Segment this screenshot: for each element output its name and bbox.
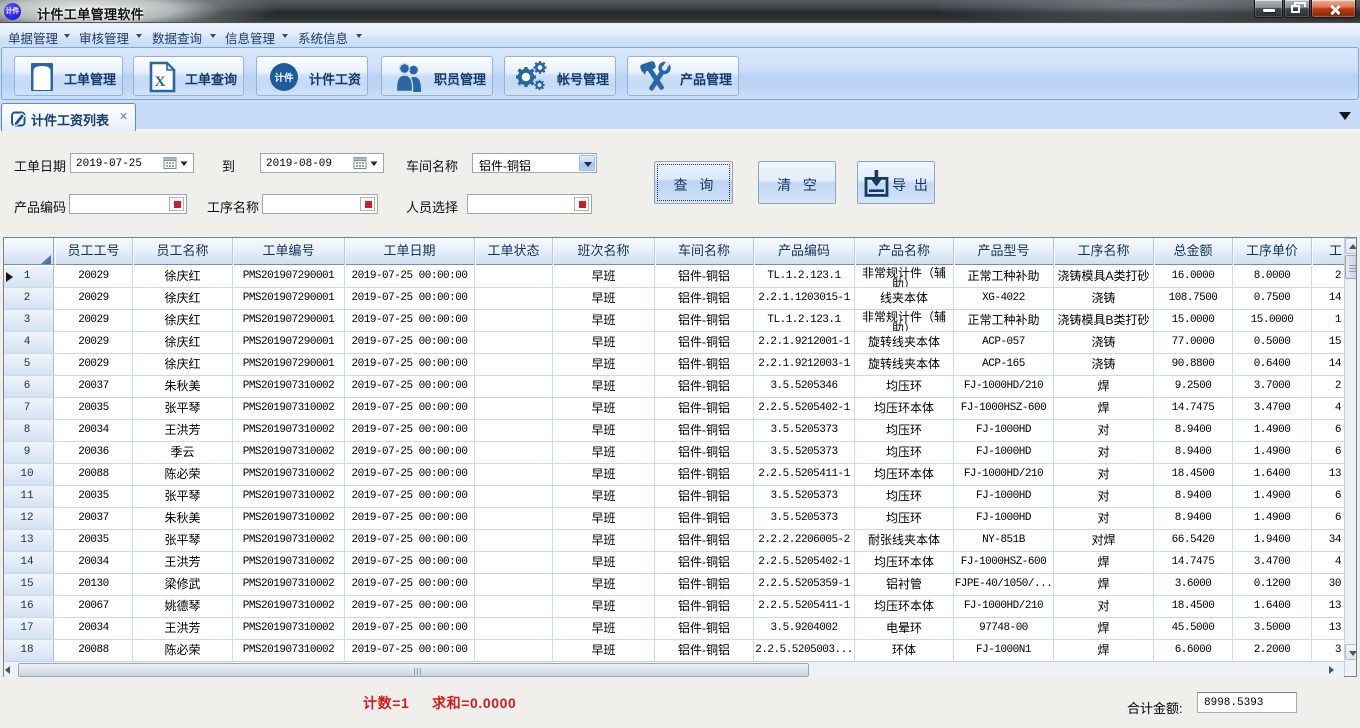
svg-text:计件: 计件 — [274, 72, 294, 84]
svg-text:X: X — [155, 74, 166, 90]
